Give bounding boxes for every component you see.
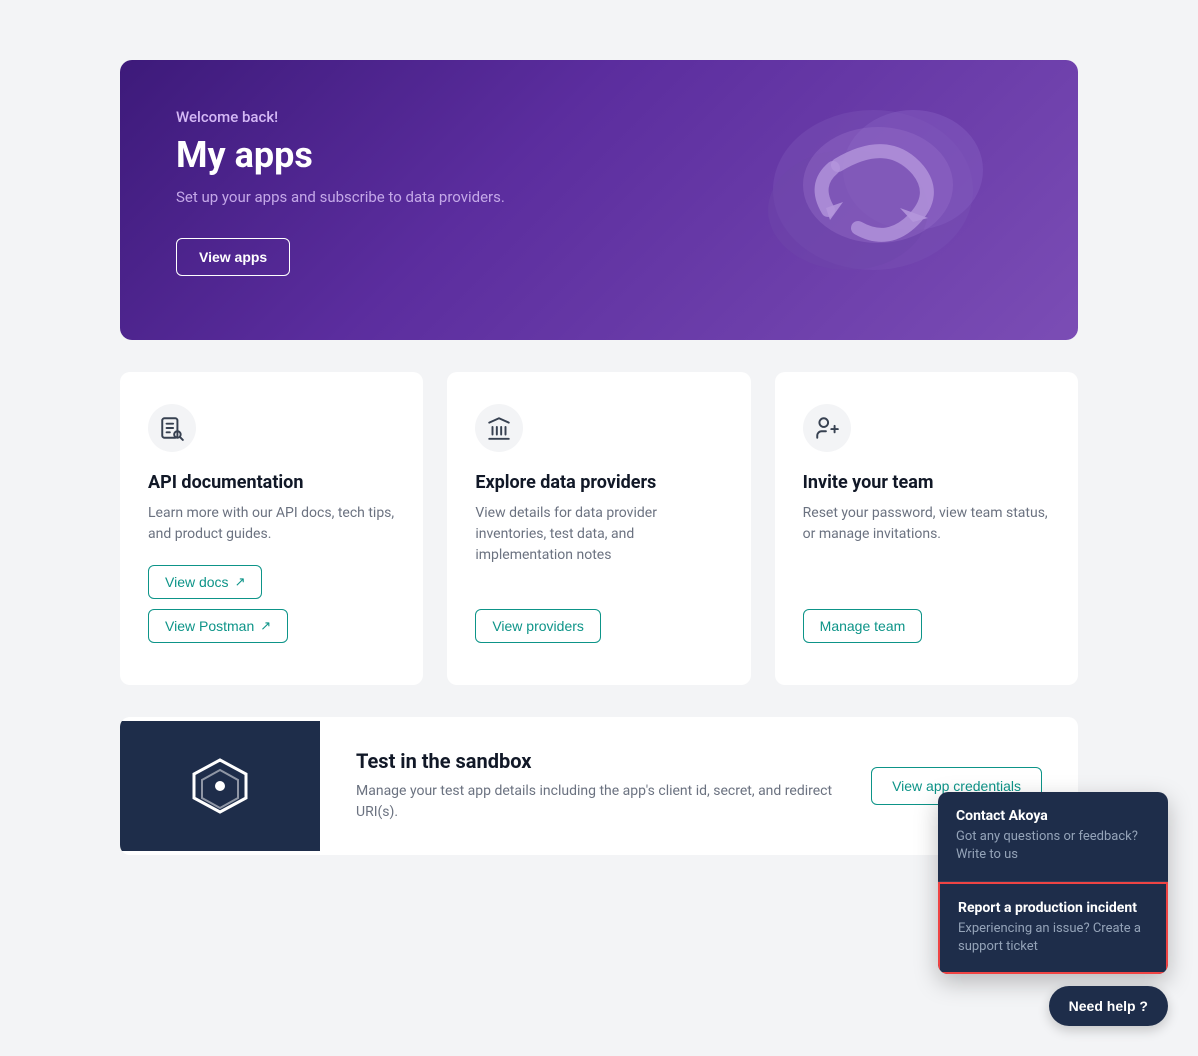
help-popup: Contact Akoya Got any questions or feedb…: [938, 792, 1168, 974]
hero-title: My apps: [176, 134, 641, 176]
sandbox-section: Test in the sandbox Manage your test app…: [120, 717, 1078, 855]
view-providers-button[interactable]: View providers: [475, 609, 601, 643]
invite-team-icon: [803, 404, 851, 452]
sandbox-desc: Manage your test app details including t…: [356, 781, 835, 823]
contact-akoya-desc: Got any questions or feedback? Write to …: [956, 828, 1150, 864]
need-help-button[interactable]: Need help ?: [1049, 986, 1168, 1026]
report-incident-item[interactable]: Report a production incident Experiencin…: [938, 882, 1168, 974]
hero-subtitle: Set up your apps and subscribe to data p…: [176, 188, 641, 206]
hero-welcome: Welcome back!: [176, 108, 641, 126]
sandbox-content: Test in the sandbox Manage your test app…: [320, 717, 871, 855]
cards-grid: API documentation Learn more with our AP…: [120, 372, 1078, 685]
view-apps-button[interactable]: View apps: [176, 238, 290, 276]
data-providers-desc: View details for data provider inventori…: [475, 503, 722, 589]
contact-akoya-title: Contact Akoya: [956, 808, 1150, 824]
sandbox-title: Test in the sandbox: [356, 749, 835, 773]
api-docs-card: API documentation Learn more with our AP…: [120, 372, 423, 685]
cloud-illustration: [718, 80, 998, 304]
data-providers-card: Explore data providers View details for …: [447, 372, 750, 685]
report-incident-desc: Experiencing an issue? Create a support …: [958, 920, 1148, 956]
report-incident-title: Report a production incident: [958, 900, 1148, 916]
hero-banner: Welcome back! My apps Set up your apps a…: [120, 60, 1078, 340]
need-help-label: Need help ?: [1069, 998, 1148, 1014]
invite-team-card: Invite your team Reset your password, vi…: [775, 372, 1078, 685]
sandbox-icon: [188, 754, 252, 818]
data-providers-icon: [475, 404, 523, 452]
view-postman-button[interactable]: View Postman: [148, 609, 288, 643]
contact-akoya-item[interactable]: Contact Akoya Got any questions or feedb…: [938, 792, 1168, 881]
view-docs-button[interactable]: View docs: [148, 565, 262, 599]
invite-team-desc: Reset your password, view team status, o…: [803, 503, 1050, 589]
api-docs-title: API documentation: [148, 472, 395, 493]
api-docs-desc: Learn more with our API docs, tech tips,…: [148, 503, 395, 545]
invite-team-title: Invite your team: [803, 472, 1050, 493]
sandbox-icon-block: [120, 721, 320, 851]
help-widget: Contact Akoya Got any questions or feedb…: [938, 792, 1168, 1026]
manage-team-button[interactable]: Manage team: [803, 609, 923, 643]
data-providers-title: Explore data providers: [475, 472, 722, 493]
api-docs-icon: [148, 404, 196, 452]
